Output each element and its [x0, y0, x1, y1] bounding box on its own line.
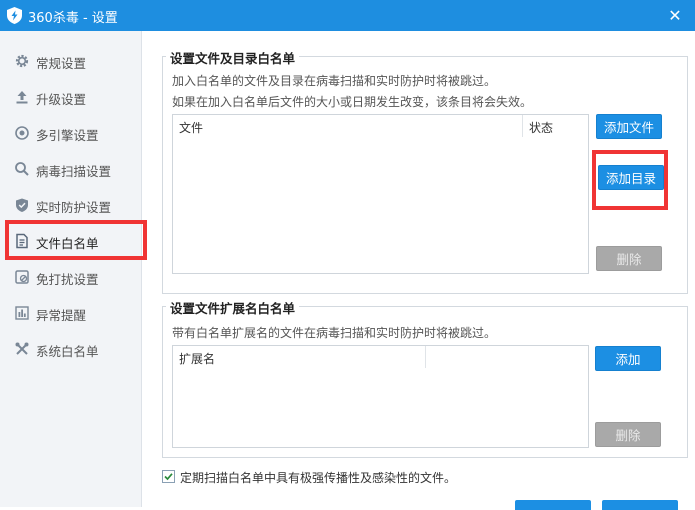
column-header-extension: 扩展名 — [179, 352, 216, 366]
close-icon: ✕ — [668, 6, 682, 25]
sidebar-item-label: 多引擎设置 — [36, 128, 99, 143]
tools-icon — [15, 342, 29, 355]
extension-list[interactable]: 扩展名 — [172, 345, 589, 448]
periodic-scan-checkbox[interactable] — [162, 470, 175, 483]
column-header-status: 状态 — [529, 121, 554, 135]
engine-icon — [15, 126, 29, 140]
ext-whitelist-desc: 带有白名单扩展名的文件在病毒扫描和实时防护时将被跳过。 — [172, 326, 497, 340]
window-title: 360杀毒 - 设置 — [28, 11, 118, 26]
shield-icon — [16, 198, 28, 212]
sidebar-item-system-whitelist[interactable]: 系统白名单 — [0, 331, 141, 367]
checkmark-icon — [164, 473, 173, 481]
column-divider — [522, 115, 523, 137]
sidebar-item-label: 免打扰设置 — [36, 272, 99, 287]
bar-chart-icon — [15, 306, 29, 320]
sidebar-item-label: 文件白名单 — [36, 236, 99, 251]
gear-icon — [15, 54, 29, 68]
ext-whitelist-title: 设置文件扩展名白名单 — [166, 298, 300, 317]
add-directory-button[interactable]: 添加目录 — [598, 165, 664, 190]
delete-extension-button[interactable]: 删除 — [595, 422, 661, 447]
file-whitelist-title: 设置文件及目录白名单 — [166, 48, 300, 67]
file-list[interactable]: 文件 状态 — [172, 114, 589, 274]
sidebar-item-label: 病毒扫描设置 — [36, 164, 112, 179]
sidebar-item-no-disturb[interactable]: 免打扰设置 — [0, 259, 141, 295]
confirm-button[interactable] — [515, 500, 591, 510]
column-divider — [425, 346, 426, 368]
sidebar-item-virus-scan[interactable]: 病毒扫描设置 — [0, 151, 141, 187]
document-icon — [16, 233, 28, 249]
sidebar-item-label: 实时防护设置 — [36, 200, 112, 215]
sidebar-item-label: 升级设置 — [36, 92, 87, 107]
app-logo-icon — [5, 6, 24, 25]
title-bar: 360杀毒 - 设置 ✕ — [0, 0, 695, 31]
sidebar-item-file-whitelist[interactable]: 文件白名单 — [0, 223, 141, 259]
periodic-scan-label: 定期扫描白名单中具有极强传播性及感染性的文件。 — [180, 471, 457, 485]
add-extension-button[interactable]: 添加 — [595, 346, 661, 371]
sidebar-item-label: 常规设置 — [36, 56, 87, 71]
sidebar-item-alert[interactable]: 异常提醒 — [0, 295, 141, 331]
no-disturb-icon — [15, 270, 29, 284]
search-icon — [15, 162, 29, 176]
sidebar-item-engine[interactable]: 多引擎设置 — [0, 115, 141, 151]
add-file-button[interactable]: 添加文件 — [596, 114, 662, 139]
close-button[interactable]: ✕ — [664, 5, 686, 27]
sidebar-item-upgrade[interactable]: 升级设置 — [0, 79, 141, 115]
file-whitelist-desc-1: 加入白名单的文件及目录在病毒扫描和实时防护时将被跳过。 — [172, 74, 497, 88]
file-whitelist-desc-2: 如果在加入白名单后文件的大小或日期发生改变，该条目将会失效。 — [172, 95, 533, 109]
delete-file-button[interactable]: 删除 — [596, 246, 662, 271]
upload-icon — [16, 91, 28, 104]
column-header-file: 文件 — [179, 121, 204, 135]
sidebar-item-general[interactable]: 常规设置 — [0, 43, 141, 79]
sidebar: 常规设置 升级设置 多引擎设置 病毒扫描设置 实时防护设置 文件白名单 免打扰设… — [0, 31, 142, 507]
sidebar-item-realtime[interactable]: 实时防护设置 — [0, 187, 141, 223]
sidebar-item-label: 系统白名单 — [36, 344, 99, 359]
cancel-button[interactable] — [602, 500, 678, 510]
sidebar-item-label: 异常提醒 — [36, 308, 87, 323]
